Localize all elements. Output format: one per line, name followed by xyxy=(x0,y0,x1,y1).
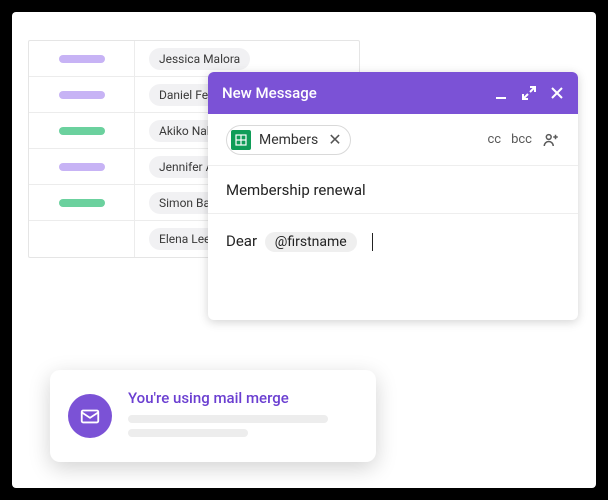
contact-chip[interactable]: Jessica Malora xyxy=(149,48,250,70)
subject-text: Membership renewal xyxy=(226,181,366,199)
placeholder-line xyxy=(128,429,248,437)
mail-merge-icon xyxy=(68,394,112,438)
cc-button[interactable]: cc xyxy=(487,132,501,147)
status-pill xyxy=(59,91,105,99)
add-recipient-icon[interactable] xyxy=(542,131,560,149)
mail-merge-toast: You're using mail merge xyxy=(50,370,376,462)
placeholder-line xyxy=(128,415,328,423)
compose-header: New Message xyxy=(208,72,578,114)
sheets-icon xyxy=(231,130,251,150)
text-cursor xyxy=(372,233,373,251)
recipient-tag-label: Members xyxy=(259,132,318,148)
remove-tag-icon[interactable]: ✕ xyxy=(326,130,343,149)
greeting-text: Dear xyxy=(226,232,257,250)
status-pill xyxy=(59,127,105,135)
status-pill xyxy=(59,163,105,171)
expand-icon[interactable] xyxy=(522,86,536,100)
merge-token[interactable]: @firstname xyxy=(265,232,357,252)
compose-window: New Message Members ✕ cc bcc Member xyxy=(208,72,578,320)
message-body[interactable]: Dear @firstname xyxy=(208,214,578,320)
toast-title: You're using mail merge xyxy=(128,389,358,407)
status-pill xyxy=(59,55,105,63)
subject-field[interactable]: Membership renewal xyxy=(208,166,578,214)
close-icon[interactable] xyxy=(550,86,564,100)
recipient-tag[interactable]: Members ✕ xyxy=(226,125,351,155)
status-pill xyxy=(59,199,105,207)
bcc-button[interactable]: bcc xyxy=(511,132,532,147)
compose-title: New Message xyxy=(222,84,494,102)
minimize-icon[interactable] xyxy=(494,86,508,100)
recipients-row[interactable]: Members ✕ cc bcc xyxy=(208,114,578,166)
